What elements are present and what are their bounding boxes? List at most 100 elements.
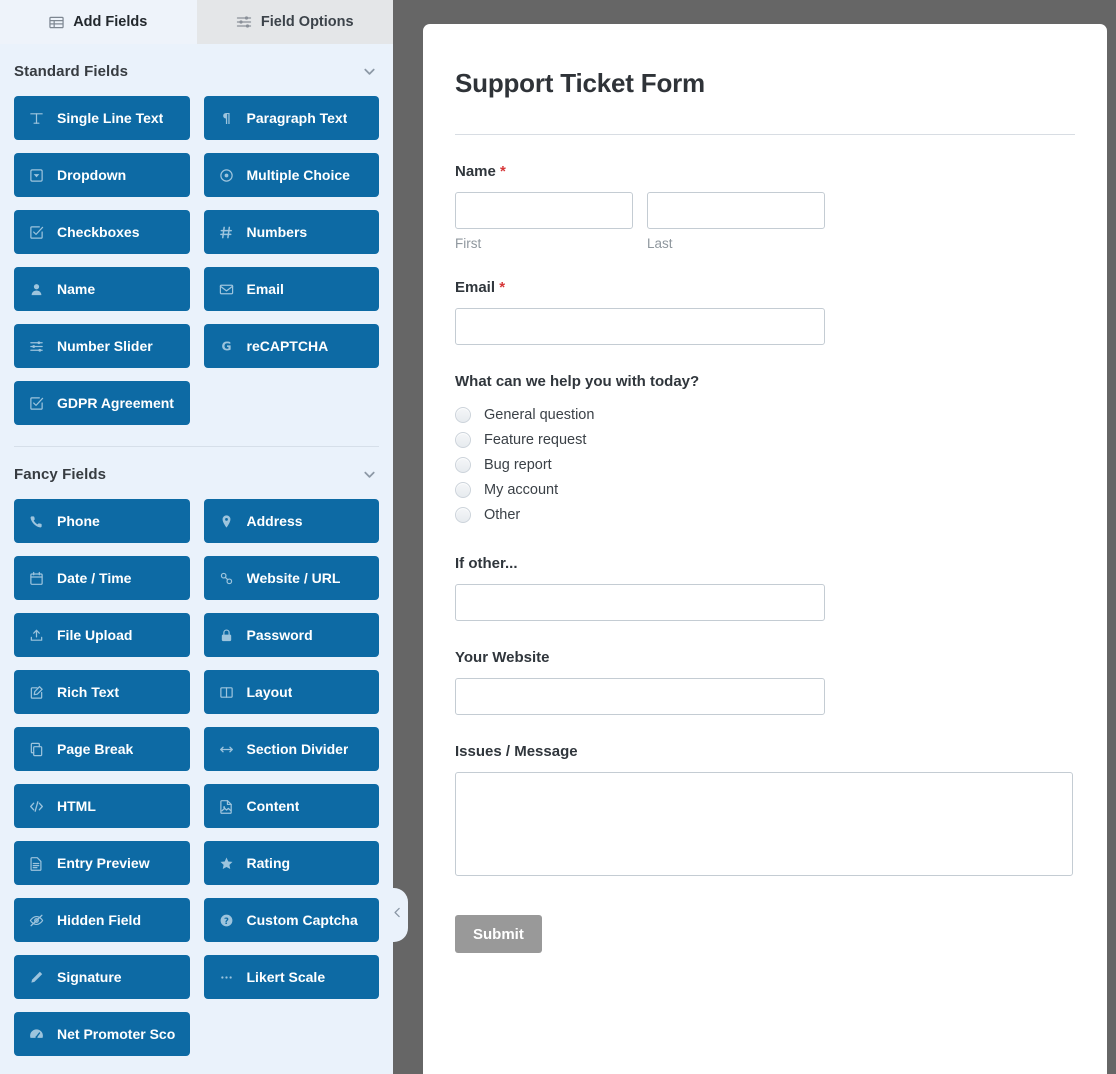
tab-add-fields[interactable]: Add Fields — [0, 0, 197, 44]
radio-option[interactable]: Feature request — [455, 427, 1075, 452]
field-button-dropdown[interactable]: Dropdown — [14, 153, 190, 197]
field-button-label: Number Slider — [57, 338, 153, 354]
radio-option[interactable]: My account — [455, 477, 1075, 502]
field-button-password[interactable]: Password — [203, 613, 379, 657]
field-button-signature[interactable]: Signature — [14, 955, 190, 999]
form-builder-app: Add Fields Field Options Standard Fields… — [0, 0, 1116, 1074]
svg-text:?: ? — [224, 915, 229, 925]
group-header-fancy-fields[interactable]: Fancy Fields — [14, 447, 379, 499]
radio-circle-icon — [218, 168, 235, 183]
field-button-label: Single Line Text — [57, 110, 164, 126]
field-button-single-line-text[interactable]: Single Line Text — [14, 96, 190, 140]
field-button-label: Custom Captcha — [246, 912, 358, 928]
field-website[interactable]: Your Website — [455, 621, 1075, 715]
radio-option[interactable]: Bug report — [455, 452, 1075, 477]
fancy-fields-grid: Phone Address Date / Time Website / URL File… — [14, 499, 379, 1056]
if-other-input[interactable] — [455, 584, 825, 621]
pen-square-icon — [28, 685, 45, 700]
field-button-label: Dropdown — [57, 167, 127, 183]
field-button-page-break[interactable]: Page Break — [14, 727, 190, 771]
radio-option[interactable]: Other — [455, 502, 1075, 527]
field-button-numbers[interactable]: Numbers — [203, 210, 379, 254]
field-button-number-slider[interactable]: Number Slider — [14, 324, 190, 368]
field-button-recaptcha[interactable]: GreCAPTCHA — [203, 324, 379, 368]
field-help-topic[interactable]: What can we help you with today? General… — [455, 345, 1075, 527]
field-button-label: Paragraph Text — [246, 110, 348, 126]
field-button-label: Section Divider — [246, 741, 349, 757]
field-button-hidden-field[interactable]: Hidden Field — [14, 898, 190, 942]
field-button-email[interactable]: Email — [203, 267, 379, 311]
field-button-section-divider[interactable]: Section Divider — [203, 727, 379, 771]
radio-button-icon[interactable] — [455, 431, 471, 448]
calendar-icon — [28, 571, 45, 586]
group-header-standard-fields[interactable]: Standard Fields — [14, 44, 379, 96]
field-button-html[interactable]: HTML — [14, 784, 190, 828]
website-input[interactable] — [455, 678, 825, 715]
field-button-multiple-choice[interactable]: Multiple Choice — [203, 153, 379, 197]
field-button-label: Content — [246, 798, 300, 814]
link-icon — [218, 571, 235, 586]
field-button-file-upload[interactable]: File Upload — [14, 613, 190, 657]
email-input[interactable] — [455, 308, 825, 345]
required-marker: * — [500, 163, 506, 180]
radio-option[interactable]: General question — [455, 402, 1075, 427]
chevron-down-icon[interactable] — [362, 64, 377, 79]
field-button-rating[interactable]: Rating — [203, 841, 379, 885]
radio-option-label: Feature request — [484, 431, 587, 448]
field-button-label: File Upload — [57, 627, 133, 643]
radio-button-icon[interactable] — [455, 456, 471, 473]
field-if-other[interactable]: If other... — [455, 527, 1075, 621]
table-icon — [49, 15, 64, 30]
panel-collapse-handle[interactable] — [386, 888, 408, 942]
field-button-website-url[interactable]: Website / URL — [203, 556, 379, 600]
field-if-other-label: If other... — [455, 555, 518, 572]
tab-add-fields-label: Add Fields — [73, 14, 148, 30]
field-button-label: Multiple Choice — [246, 167, 350, 183]
name-first-input[interactable] — [455, 192, 633, 229]
group-title-fancy-fields: Fancy Fields — [14, 466, 107, 483]
help-topic-options: General question Feature request Bug repor… — [455, 402, 1075, 527]
field-button-net-promoter-score[interactable]: Net Promoter Score — [14, 1012, 190, 1056]
field-button-label: Likert Scale — [246, 969, 326, 985]
code-icon — [28, 799, 45, 814]
eye-slash-icon — [28, 913, 45, 928]
field-button-phone[interactable]: Phone — [14, 499, 190, 543]
field-button-label: Signature — [57, 969, 122, 985]
field-button-date-time[interactable]: Date / Time — [14, 556, 190, 600]
submit-button[interactable]: Submit — [455, 915, 542, 953]
field-message[interactable]: Issues / Message — [455, 715, 1075, 881]
field-button-likert-scale[interactable]: Likert Scale — [203, 955, 379, 999]
chevron-down-icon[interactable] — [362, 467, 377, 482]
field-name[interactable]: Name * First Last — [455, 135, 1075, 251]
envelope-icon — [218, 282, 235, 297]
name-first-sublabel: First — [455, 236, 482, 251]
check-square-icon — [28, 396, 45, 411]
lock-icon — [218, 628, 235, 643]
field-email-label-text: Email — [455, 279, 496, 296]
name-last-input[interactable] — [647, 192, 825, 229]
field-button-entry-preview[interactable]: Entry Preview — [14, 841, 190, 885]
field-button-rich-text[interactable]: Rich Text — [14, 670, 190, 714]
field-button-label: Date / Time — [57, 570, 132, 586]
radio-button-icon[interactable] — [455, 406, 471, 423]
field-button-label: Page Break — [57, 741, 134, 757]
field-button-name[interactable]: Name — [14, 267, 190, 311]
field-button-paragraph-text[interactable]: ¶ Paragraph Text — [203, 96, 379, 140]
field-button-layout[interactable]: Layout — [203, 670, 379, 714]
submit-area: Submit — [455, 881, 1075, 993]
ellipsis-icon — [218, 970, 235, 985]
field-button-custom-captcha[interactable]: ? Custom Captcha — [203, 898, 379, 942]
field-button-label: Password — [246, 627, 313, 643]
field-button-gdpr-agreement[interactable]: GDPR Agreement — [14, 381, 190, 425]
field-button-address[interactable]: Address — [203, 499, 379, 543]
hashtag-icon — [218, 225, 235, 240]
radio-button-icon[interactable] — [455, 506, 471, 523]
field-button-content[interactable]: Content — [203, 784, 379, 828]
message-textarea[interactable] — [455, 772, 1073, 876]
radio-button-icon[interactable] — [455, 481, 471, 498]
form-preview-panel: Support Ticket Form Name * First Last Em… — [423, 24, 1107, 1074]
field-button-checkboxes[interactable]: Checkboxes — [14, 210, 190, 254]
tab-field-options[interactable]: Field Options — [196, 0, 393, 44]
group-title-standard-fields: Standard Fields — [14, 63, 129, 80]
field-email[interactable]: Email * — [455, 251, 1075, 345]
